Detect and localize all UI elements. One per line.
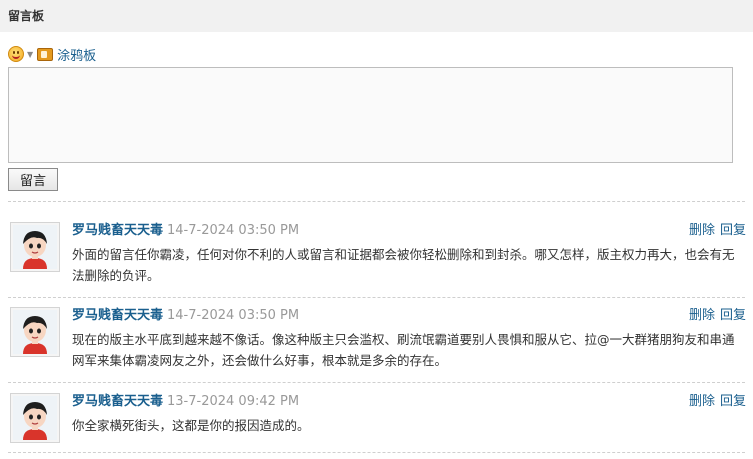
comment-time: 14-7-2024 03:50 PM (167, 223, 300, 238)
avatar[interactable] (10, 393, 60, 443)
comment-actions: 删除 回复 (689, 390, 746, 409)
submit-message-button[interactable]: 留言 (8, 168, 58, 191)
comment-item: 罗马贱畜天天毒 14-7-2024 03:50 PM 删除 回复 现在的版主水平… (8, 304, 746, 379)
comment-body: 外面的留言任你霸凌，任何对你不利的人或留言和证据都会被你轻松删除和到封杀。哪又怎… (72, 247, 735, 283)
avatar[interactable] (10, 222, 60, 272)
comment-actions: 删除 回复 (689, 219, 746, 238)
divider (8, 297, 745, 298)
comment-time: 13-7-2024 09:42 PM (167, 394, 300, 409)
message-input[interactable] (8, 67, 733, 163)
delete-link[interactable]: 删除 (689, 304, 715, 323)
comment-header: 罗马贱畜天天毒 14-7-2024 03:50 PM (72, 219, 300, 238)
doodle-board-icon[interactable] (37, 47, 54, 61)
reply-link[interactable]: 回复 (720, 390, 746, 409)
divider (8, 382, 745, 383)
comment-author[interactable]: 罗马贱畜天天毒 (72, 304, 163, 323)
page-title: 留言板 (0, 0, 753, 32)
dropdown-arrow-icon[interactable]: ▼ (27, 50, 33, 59)
comment-time: 14-7-2024 03:50 PM (167, 308, 300, 323)
delete-link[interactable]: 删除 (689, 219, 715, 238)
doodle-board-link[interactable]: 涂鸦板 (57, 45, 96, 64)
comment-item: 罗马贱畜天天毒 13-7-2024 09:42 PM 删除 回复 你全家横死街头… (8, 390, 746, 450)
comment-body: 你全家横死街头，这都是你的报因造成的。 (72, 418, 310, 433)
comment-header: 罗马贱畜天天毒 14-7-2024 03:50 PM (72, 304, 300, 323)
editor-toolbar: ▼ 涂鸦板 (8, 44, 96, 64)
comment-actions: 删除 回复 (689, 304, 746, 323)
reply-link[interactable]: 回复 (720, 304, 746, 323)
divider (8, 201, 745, 202)
smiley-icon[interactable] (8, 46, 24, 62)
comment-body: 现在的版主水平底到越来越不像话。像这种版主只会滥权、刷流氓霸道要别人畏惧和服从它… (72, 332, 735, 368)
comment-author[interactable]: 罗马贱畜天天毒 (72, 219, 163, 238)
delete-link[interactable]: 删除 (689, 390, 715, 409)
avatar[interactable] (10, 307, 60, 357)
comment-item: 罗马贱畜天天毒 14-7-2024 03:50 PM 删除 回复 外面的留言任你… (8, 219, 746, 294)
comment-author[interactable]: 罗马贱畜天天毒 (72, 390, 163, 409)
comment-header: 罗马贱畜天天毒 13-7-2024 09:42 PM (72, 390, 300, 409)
reply-link[interactable]: 回复 (720, 219, 746, 238)
divider (8, 452, 745, 453)
